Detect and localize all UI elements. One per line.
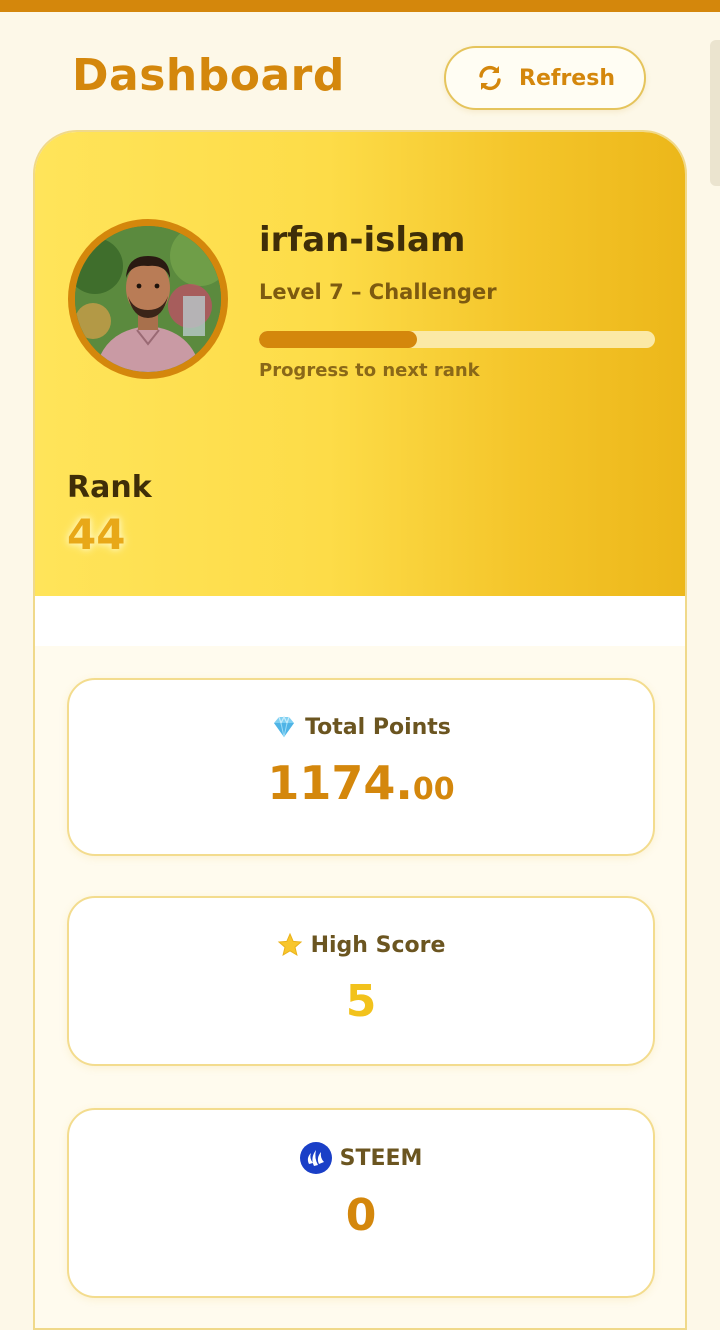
steem-label-row: STEEM	[69, 1142, 653, 1174]
hero-divider-band	[35, 596, 685, 646]
top-accent-bar	[0, 0, 720, 12]
refresh-icon	[475, 63, 505, 93]
total-points-decimal: 00	[412, 772, 455, 807]
steem-card: STEEM 0	[67, 1108, 655, 1298]
refresh-label: Refresh	[519, 65, 615, 91]
steem-logo-icon	[299, 1142, 332, 1174]
star-icon	[277, 932, 303, 958]
total-points-label: Total Points	[305, 714, 451, 740]
refresh-button[interactable]: Refresh	[444, 46, 646, 110]
rank-progress-bar	[259, 331, 655, 348]
username: irfan-islam	[259, 220, 466, 260]
high-score-label-row: High Score	[69, 932, 653, 958]
high-score-label: High Score	[310, 932, 446, 958]
total-points-integer: 1174.	[267, 756, 413, 810]
page-title: Dashboard	[72, 50, 345, 101]
level-label: Level 7 – Challenger	[259, 280, 497, 304]
progress-label: Progress to next rank	[259, 360, 480, 381]
rank-progress-fill	[259, 331, 418, 348]
profile-hero: irfan-islam Level 7 – Challenger Progres…	[35, 132, 685, 596]
high-score-card: High Score 5	[67, 896, 655, 1066]
avatar[interactable]	[68, 219, 228, 379]
steem-value: 0	[345, 1190, 377, 1241]
total-points-label-row: Total Points	[69, 714, 653, 740]
rank-label: Rank	[67, 470, 152, 505]
total-points-card: Total Points 1174.00	[67, 678, 655, 856]
high-score-value: 5	[345, 976, 377, 1027]
rank-value: 44	[67, 510, 126, 559]
diamond-icon	[271, 714, 297, 740]
profile-card: irfan-islam Level 7 – Challenger Progres…	[33, 130, 687, 1330]
total-points-value: 1174.00	[69, 756, 653, 810]
steem-label: STEEM	[339, 1145, 423, 1171]
scrollbar-thumb[interactable]	[710, 40, 720, 186]
